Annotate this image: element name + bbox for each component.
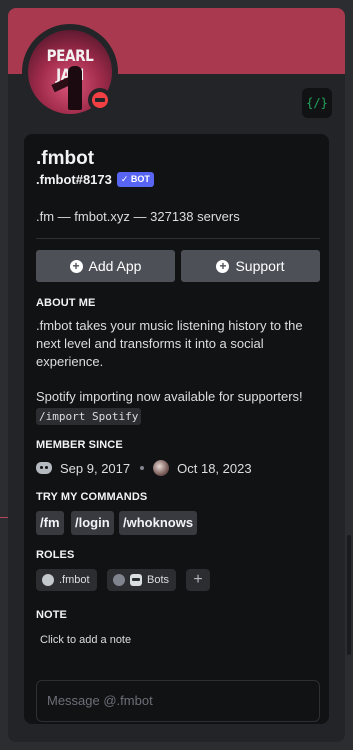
user-profile-popout: PEARL JAM {/} .fmbot .fmbot#8173 ✓ BOT .… [8, 8, 345, 742]
add-app-button[interactable]: + Add App [36, 250, 175, 282]
discord-icon [36, 462, 52, 474]
role-label: .fmbot [59, 574, 90, 586]
inline-code: /import Spotify [36, 408, 142, 425]
member-since-title: MEMBER SINCE [36, 439, 123, 451]
separator-dot [140, 466, 145, 470]
dnd-bar [95, 98, 105, 102]
divider [36, 238, 320, 239]
command-fm[interactable]: /fm [36, 511, 64, 535]
command-login[interactable]: /login [71, 511, 114, 535]
role-color-dot [113, 574, 125, 586]
server-join-date: Oct 18, 2023 [177, 460, 252, 476]
robot-icon [130, 574, 142, 586]
code-brackets-icon[interactable]: {/} [302, 88, 332, 118]
about-me-title: ABOUT ME [36, 297, 96, 309]
add-role-button[interactable]: + [186, 569, 210, 591]
custom-status: .fm — fmbot.xyz — 327138 servers [36, 209, 240, 224]
add-app-label: Add App [88, 258, 142, 274]
role-bots[interactable]: Bots [107, 569, 177, 591]
command-whoknows[interactable]: /whoknows [119, 511, 198, 535]
plus-circle-icon: + [216, 259, 230, 273]
username-row: .fmbot#8173 ✓ BOT [36, 172, 154, 187]
scrollbar[interactable] [347, 535, 351, 655]
role-fmbot[interactable]: .fmbot [36, 569, 97, 591]
dnd-status-icon [92, 92, 108, 108]
member-since-row: Sep 9, 2017 Oct 18, 2023 [36, 460, 252, 476]
display-name: .fmbot [36, 148, 95, 169]
note-input[interactable]: Click to add a note [40, 634, 131, 646]
commands-title: TRY MY COMMANDS [36, 491, 148, 503]
about-me-text-2: Spotify importing now available for supp… [36, 389, 303, 404]
discord-join-date: Sep 9, 2017 [60, 460, 131, 476]
avatar-figure [68, 66, 82, 110]
bot-badge: ✓ BOT [116, 172, 154, 187]
role-color-dot [42, 574, 54, 586]
server-icon [153, 460, 170, 476]
role-label: Bots [147, 574, 170, 586]
support-button[interactable]: + Support [181, 250, 320, 282]
status-indicator [88, 88, 112, 112]
username[interactable]: .fmbot#8173 [36, 172, 112, 187]
about-me-text: .fmbot takes your music listening histor… [36, 318, 303, 369]
plus-circle-icon: + [69, 259, 83, 273]
note-title: NOTE [36, 609, 67, 621]
backdrop-divider [0, 517, 8, 518]
message-input[interactable]: Message @.fmbot [36, 680, 320, 722]
support-label: Support [235, 258, 285, 274]
profile-card: .fmbot .fmbot#8173 ✓ BOT .fm — fmbot.xyz… [24, 134, 329, 724]
roles-title: ROLES [36, 549, 75, 561]
